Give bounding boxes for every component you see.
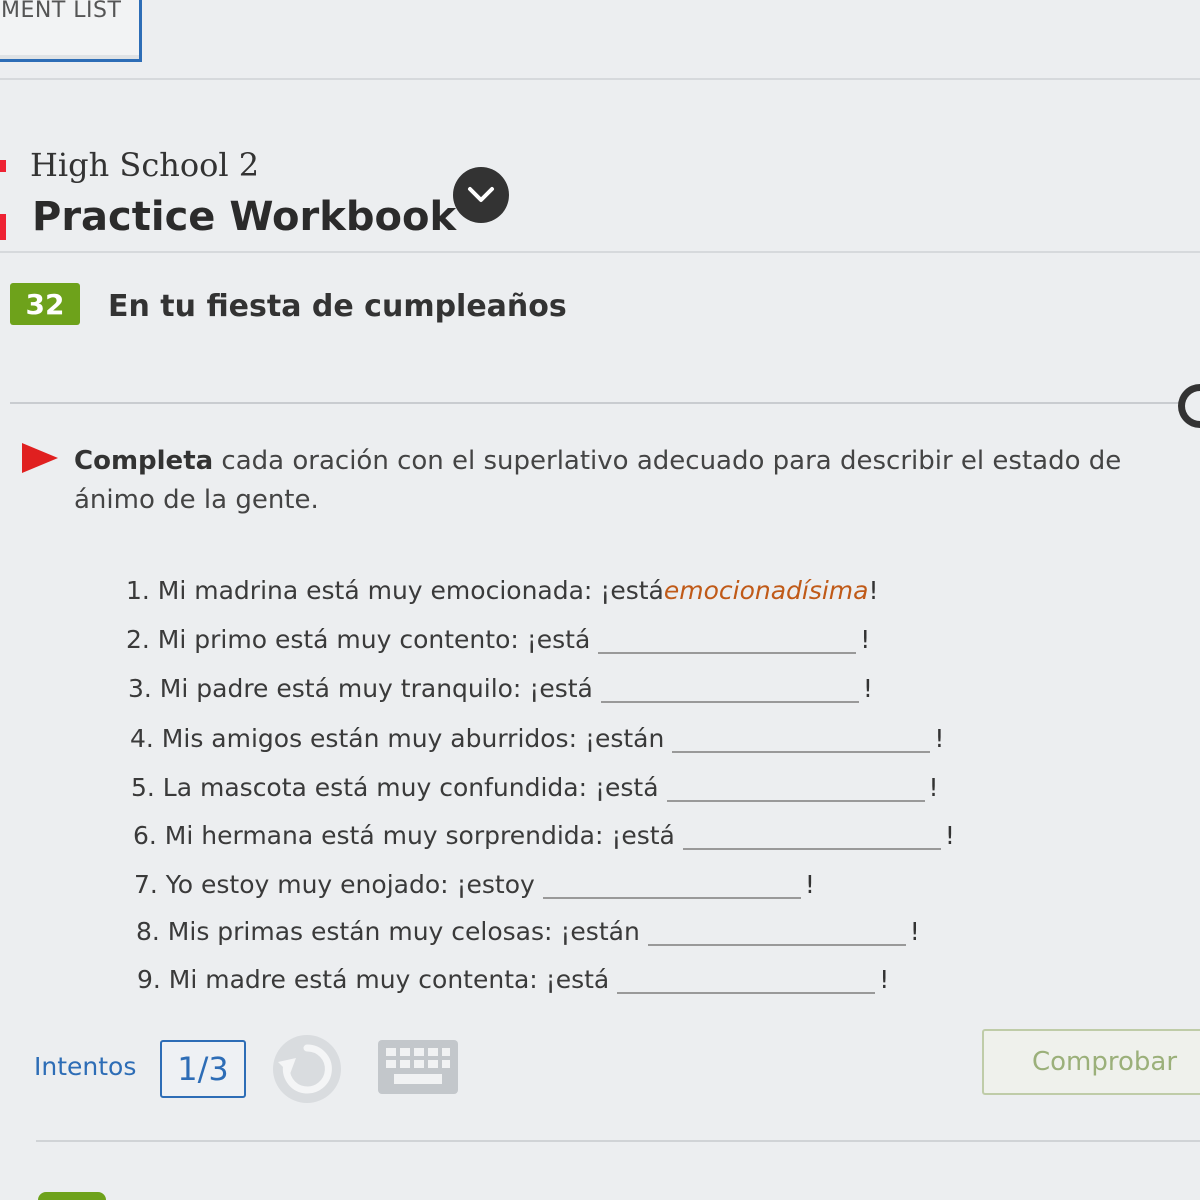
exercise-item-8: 8. Mis primas están muy celosas: ¡están!	[136, 917, 920, 946]
item-prompt: 3. Mi padre está muy tranquilo: ¡está	[128, 674, 593, 703]
answer-input[interactable]	[666, 778, 925, 802]
item-end: !	[860, 625, 871, 654]
item-prompt: 6. Mi hermana está muy sorprendida: ¡est…	[133, 821, 675, 850]
partial-circle-icon	[1178, 384, 1200, 428]
exercise-item-1: 1. Mi madrina está muy emocionada: ¡está…	[126, 576, 879, 605]
chevron-down-icon	[468, 187, 494, 202]
next-activity-badge	[38, 1192, 106, 1200]
item-prompt: 1. Mi madrina está muy emocionada: ¡está	[126, 576, 664, 605]
book-title: Practice Workbook	[32, 194, 457, 240]
activity-number-badge: 32	[10, 283, 80, 325]
divider	[0, 251, 1200, 253]
book-cover-edge	[0, 214, 6, 240]
check-button[interactable]: Comprobar	[982, 1029, 1200, 1095]
attempts-label: Intentos	[34, 1052, 137, 1081]
answer-input[interactable]	[672, 729, 931, 753]
answer-input[interactable]	[617, 970, 876, 994]
exercise-item-5: 5. La mascota está muy confundida: ¡está…	[131, 773, 939, 802]
assignment-list-label: MENT LIST	[1, 0, 122, 23]
item-prompt: 9. Mi madre está muy contenta: ¡está	[137, 965, 610, 994]
attempts-counter: 1/3	[160, 1040, 246, 1098]
item-end: !	[944, 821, 955, 850]
item-end: !	[804, 870, 815, 899]
exercise-item-2: 2. Mi primo está muy contento: ¡está!	[126, 625, 870, 654]
keyboard-button[interactable]	[378, 1040, 458, 1094]
item-end: !	[934, 724, 945, 753]
play-triangle-icon	[22, 443, 58, 473]
item-end: !	[868, 576, 879, 605]
exercise-item-6: 6. Mi hermana está muy sorprendida: ¡est…	[133, 821, 955, 850]
answer-input[interactable]	[682, 826, 941, 850]
divider	[10, 402, 1180, 404]
item-prompt: 7. Yo estoy muy enojado: ¡estoy	[134, 870, 535, 899]
reset-button[interactable]	[272, 1034, 342, 1104]
divider	[0, 78, 1200, 80]
item-end: !	[879, 965, 890, 994]
answer-input[interactable]	[542, 875, 801, 899]
answer-input[interactable]	[647, 922, 906, 946]
book-cover-edge	[0, 160, 6, 172]
item-prompt: 8. Mis primas están muy celosas: ¡están	[136, 917, 640, 946]
answer-input[interactable]	[600, 679, 859, 703]
exercise-item-4: 4. Mis amigos están muy aburridos: ¡está…	[130, 724, 944, 753]
instructions-verb: Completa	[74, 446, 214, 476]
instructions-text: cada oración con el superlativo adecuado…	[74, 446, 1122, 515]
exercise-item-9: 9. Mi madre está muy contenta: ¡está!	[137, 965, 889, 994]
book-subtitle: High School 2	[30, 146, 260, 184]
item-end: !	[928, 773, 939, 802]
item-end: !	[909, 917, 920, 946]
item-prompt: 4. Mis amigos están muy aburridos: ¡está…	[130, 724, 665, 753]
book-menu-toggle[interactable]	[453, 167, 509, 223]
keyboard-icon	[378, 1040, 458, 1094]
divider	[36, 1140, 1200, 1142]
answer-input[interactable]	[598, 630, 857, 654]
instructions: Completa cada oración con el superlativo…	[74, 442, 1200, 520]
assignment-list-tab[interactable]: MENT LIST	[0, 0, 142, 62]
item-prompt: 2. Mi primo está muy contento: ¡está	[126, 625, 591, 654]
item-end: !	[862, 674, 873, 703]
exercise-item-3: 3. Mi padre está muy tranquilo: ¡está!	[128, 674, 873, 703]
item-answer: emocionadísima	[663, 576, 869, 605]
item-prompt: 5. La mascota está muy confundida: ¡está	[131, 773, 659, 802]
exercise-item-7: 7. Yo estoy muy enojado: ¡estoy!	[134, 870, 815, 899]
reset-icon	[273, 1035, 341, 1103]
activity-title: En tu fiesta de cumpleaños	[108, 289, 567, 324]
